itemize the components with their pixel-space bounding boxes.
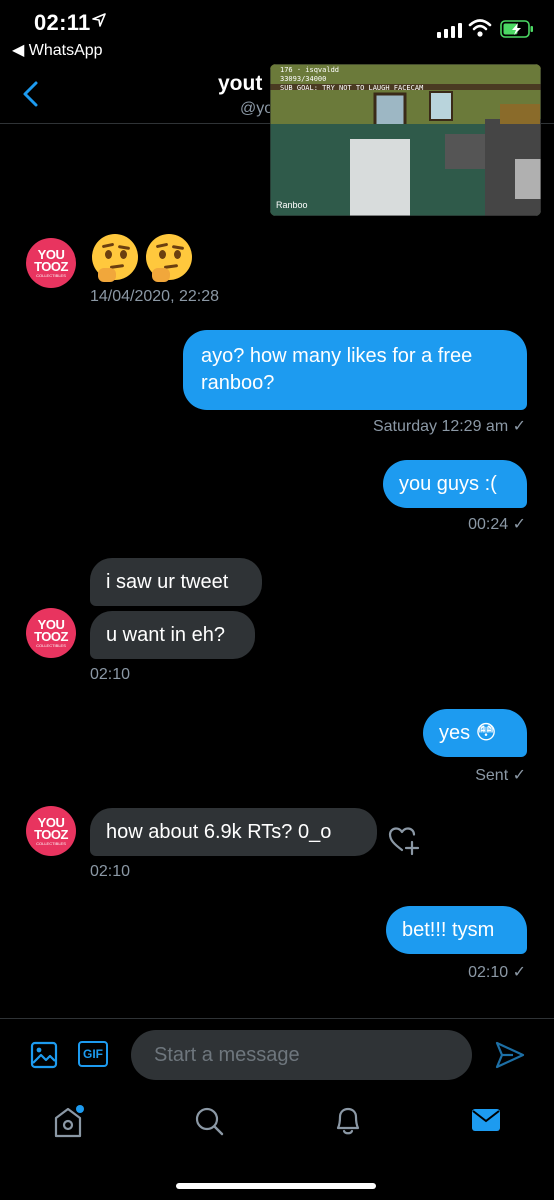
incoming-message-bubble[interactable]: u want in eh? — [90, 611, 255, 659]
thinking-face-icon — [146, 234, 192, 282]
contact-handle: @yo — [240, 100, 274, 117]
message-timestamp: 14/04/2020, 22:28 — [90, 288, 220, 305]
avatar[interactable]: YOU TOOZ COLLECTIBLES — [26, 806, 76, 856]
gif-icon[interactable]: GIF — [78, 1041, 108, 1067]
message-composer: GIF Start a message — [0, 1018, 554, 1092]
message-text: ayo? how many likes for a free ranboo? — [201, 345, 473, 394]
message-timestamp: Sent ✓ — [475, 767, 526, 784]
avatar-text-middle: TOOZ — [34, 628, 68, 644]
avatar-text-bottom: COLLECTIBLES — [36, 840, 66, 846]
message-input-placeholder: Start a message — [154, 1043, 300, 1066]
outgoing-message-bubble[interactable]: ayo? how many likes for a free ranboo? — [183, 330, 527, 410]
message-timestamp: Saturday 12:29 am ✓ — [372, 418, 526, 435]
avatar-text-middle: TOOZ — [34, 258, 68, 274]
avatar-text-bottom: COLLECTIBLES — [36, 272, 66, 278]
battery-charging-icon — [500, 20, 534, 43]
outgoing-message-bubble[interactable]: yes 😳 — [423, 709, 527, 757]
back-to-app-link[interactable]: ◀ WhatsApp — [12, 40, 103, 60]
thinking-face-icon — [92, 234, 138, 282]
contact-name[interactable]: yout — [218, 72, 262, 96]
message-text: i saw ur tweet — [106, 570, 229, 593]
status-bar: 02:11 ◀ WhatsApp — [0, 0, 554, 64]
message-text: bet!!! tysm — [402, 918, 495, 941]
image-icon[interactable] — [30, 1041, 58, 1074]
bell-icon[interactable] — [333, 1104, 363, 1143]
mail-icon[interactable] — [470, 1104, 502, 1139]
stream-streamer-name: Ranboo — [276, 200, 308, 210]
send-icon[interactable] — [495, 1041, 525, 1074]
message-text: u want in eh? — [106, 623, 225, 646]
message-text: how about 6.9k RTs? 0_o — [106, 820, 332, 843]
heart-plus-icon[interactable] — [388, 824, 420, 861]
stream-overlay-line2: 33093/34000 — [280, 75, 327, 83]
message-timestamp: 02:10 — [90, 666, 131, 683]
wifi-icon — [468, 18, 492, 43]
cellular-signal-icon — [437, 22, 462, 38]
incoming-message-bubble[interactable]: i saw ur tweet — [90, 558, 262, 606]
stream-overlay-line3: SUB GOAL: TRY NOT TO LAUGH FACECAM — [280, 84, 424, 92]
message-timestamp: 00:24 ✓ — [468, 516, 526, 533]
avatar[interactable]: YOU TOOZ COLLECTIBLES — [26, 238, 76, 288]
picture-in-picture-video[interactable]: 176 · isqvaldd 33093/34000 SUB GOAL: TRY… — [270, 64, 541, 216]
search-icon[interactable] — [193, 1104, 225, 1143]
outgoing-message-bubble[interactable]: you guys :( — [383, 460, 527, 508]
status-time: 02:11 — [34, 10, 91, 35]
incoming-message-bubble[interactable]: how about 6.9k RTs? 0_o — [90, 808, 377, 856]
avatar[interactable]: YOU TOOZ COLLECTIBLES — [26, 608, 76, 658]
avatar-text-middle: TOOZ — [34, 826, 68, 842]
chevron-left-icon[interactable] — [20, 80, 42, 113]
message-input[interactable]: Start a message — [131, 1030, 472, 1080]
stream-overlay-line1: 176 · isqvaldd — [280, 66, 340, 74]
home-icon[interactable] — [52, 1104, 86, 1145]
message-timestamp: 02:10 ✓ — [468, 964, 526, 981]
message-text: you guys :( — [399, 472, 497, 495]
home-indicator[interactable] — [176, 1183, 376, 1189]
outgoing-message-bubble[interactable]: bet!!! tysm — [386, 906, 527, 954]
message-timestamp: 02:10 — [90, 863, 131, 880]
location-arrow-icon — [92, 13, 106, 32]
message-text: yes 😳 — [439, 721, 497, 744]
avatar-text-bottom: COLLECTIBLES — [36, 642, 66, 648]
